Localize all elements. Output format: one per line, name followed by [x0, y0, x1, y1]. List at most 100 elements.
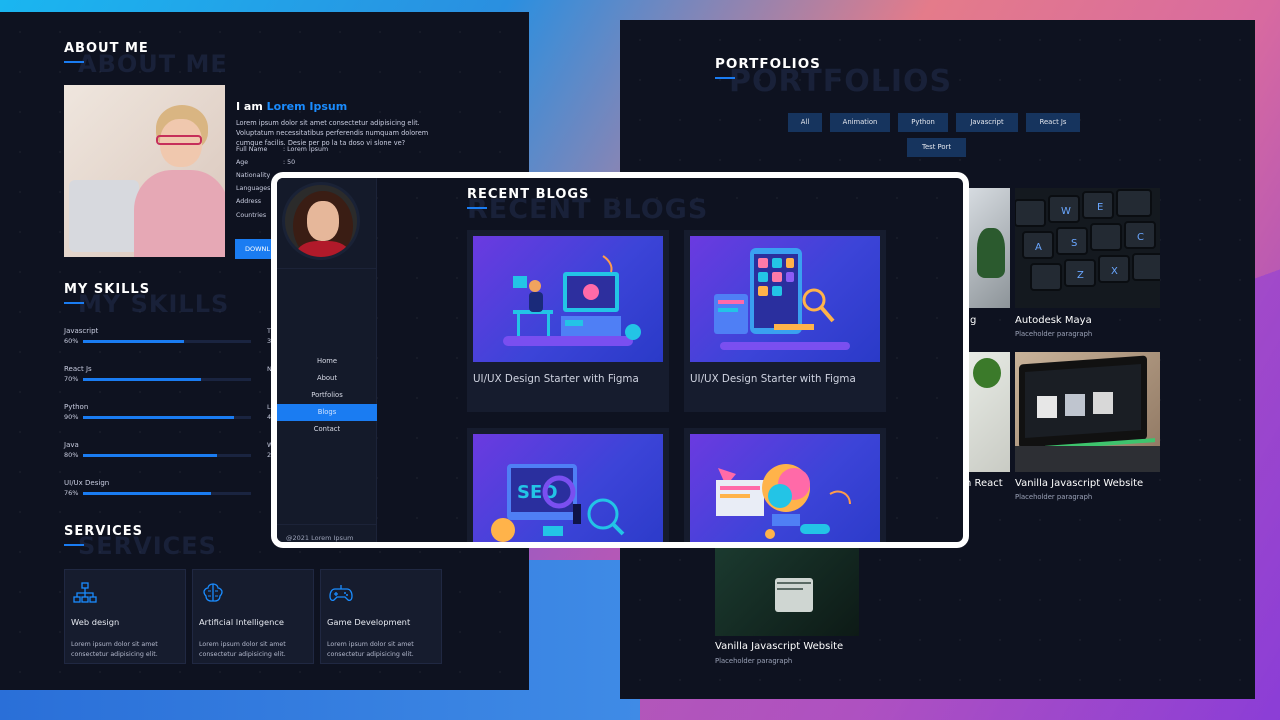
service-description: Lorem ipsum dolor sit amet consectetur a… [327, 641, 414, 658]
svg-text:C: C [1137, 232, 1144, 243]
skill-bar-fill [83, 416, 235, 419]
skill-item: Javascript 60% [64, 327, 251, 345]
skill-item: React Js 70% [64, 365, 251, 383]
portfolio-title: Vanilla Javascript Website [1015, 478, 1144, 489]
ideas-illustration [716, 464, 851, 539]
blog-thumbnail [473, 236, 663, 362]
svg-text:Z: Z [1077, 270, 1084, 281]
portfolios-title: PORTFOLIOS [715, 56, 821, 72]
filter-all[interactable]: All [788, 113, 822, 132]
skill-bar-fill [83, 454, 218, 457]
info-row: Languages [236, 185, 271, 192]
portfolio-thumbnail[interactable] [715, 548, 859, 636]
skill-percent: 80% [64, 451, 79, 459]
portfolio-subtitle: Placeholder paragraph [1015, 330, 1093, 338]
skill-percent: 76% [64, 489, 79, 497]
portfolio-title: Autodesk Maya [1015, 315, 1092, 326]
svg-text:A: A [1035, 242, 1042, 253]
service-card[interactable]: Artificial Intelligence Lorem ipsum dolo… [192, 569, 314, 664]
sidebar-divider [277, 268, 377, 269]
nav-blogs[interactable]: Blogs [277, 404, 377, 421]
skill-track [83, 454, 251, 457]
portfolio-subtitle: Placeholder paragraph [715, 657, 793, 665]
gamepad-icon [329, 585, 353, 602]
blog-title: UI/UX Design Starter with Figma [690, 373, 856, 385]
service-description: Lorem ipsum dolor sit amet consectetur a… [199, 641, 286, 658]
skill-item: UI/Ux Design 76% [64, 479, 251, 497]
blog-title: UI/UX Design Starter with Figma [473, 373, 639, 385]
portfolio-thumbnail[interactable] [965, 352, 1010, 472]
about-title: ABOUT ME [64, 41, 149, 56]
svg-text:E: E [1097, 202, 1103, 213]
title-underline [467, 207, 487, 209]
svg-text:SEO: SEO [517, 482, 558, 503]
avatar [282, 182, 360, 260]
info-row: Address [236, 198, 262, 205]
about-photo [64, 85, 225, 257]
title-underline [64, 302, 84, 304]
skill-bar-fill [83, 378, 201, 381]
filter-python[interactable]: Python [898, 113, 948, 132]
skill-name: UI/Ux Design [64, 479, 110, 487]
skill-percent: 90% [64, 413, 79, 421]
skill-track [83, 378, 251, 381]
blog-card[interactable]: UI/UX Design Starter with Figma [467, 230, 669, 412]
portfolio-title: Vanilla Javascript Website [715, 641, 844, 652]
blog-card[interactable]: SEO [467, 428, 669, 542]
skill-percent: 60% [64, 337, 79, 345]
info-row: Age: 50 [236, 159, 296, 166]
service-description: Lorem ipsum dolor sit amet consectetur a… [71, 641, 158, 658]
portfolio-thumbnail[interactable] [1015, 352, 1160, 472]
info-row: Countries [236, 212, 267, 219]
skill-percent: 70% [64, 375, 79, 383]
svg-text:S: S [1071, 238, 1077, 249]
title-underline [64, 61, 84, 63]
skill-item: Python 90% [64, 403, 251, 421]
intro-heading: I am Lorem Ipsum [236, 100, 348, 113]
title-underline [715, 77, 735, 79]
blog-thumbnail [690, 236, 880, 362]
filter-javascript[interactable]: Javascript [956, 113, 1018, 132]
portfolio-title: g [970, 315, 977, 326]
brain-icon [203, 583, 223, 602]
sidebar-divider [277, 524, 377, 525]
sidebar: Home About Portfolios Blogs Contact @202… [277, 178, 377, 542]
services-title: SERVICES [64, 524, 143, 539]
svg-text:X: X [1111, 266, 1118, 277]
blogs-window-frame: Home About Portfolios Blogs Contact @202… [271, 172, 969, 548]
developer-illustration [503, 255, 641, 346]
service-name: Game Development [327, 617, 411, 627]
portfolio-subtitle: Placeholder paragraph [1015, 493, 1093, 501]
skill-track [83, 416, 251, 419]
skill-item: Java 80% [64, 441, 251, 459]
filter-react-js[interactable]: React Js [1026, 113, 1080, 132]
nav-portfolios[interactable]: Portfolios [277, 387, 377, 404]
nav-contact[interactable]: Contact [277, 421, 377, 438]
service-card[interactable]: Game Development Lorem ipsum dolor sit a… [320, 569, 442, 664]
nav-home[interactable]: Home [277, 353, 377, 370]
skills-title: MY SKILLS [64, 282, 151, 297]
portfolio-thumbnail[interactable] [965, 188, 1010, 308]
blog-card[interactable]: UI/UX Design Starter with Figma [684, 230, 886, 412]
service-name: Artificial Intelligence [199, 617, 285, 627]
blogs-title: RECENT BLOGS [467, 187, 590, 202]
blogs-page: Home About Portfolios Blogs Contact @202… [277, 178, 963, 542]
skill-name: Javascript [64, 327, 99, 335]
service-card[interactable]: Web design Lorem ipsum dolor sit amet co… [64, 569, 186, 664]
filter-animation[interactable]: Animation [830, 113, 890, 132]
nav-about[interactable]: About [277, 370, 377, 387]
filter-test-port[interactable]: Test Port [907, 138, 966, 157]
sitemap-icon [73, 582, 97, 603]
title-underline [64, 544, 84, 546]
info-row: Nationality [236, 172, 271, 179]
blog-card[interactable] [684, 428, 886, 542]
info-row: Full Name: Lorem Ipsum [236, 146, 329, 153]
intro-name: Lorem Ipsum [266, 100, 348, 113]
skill-name: Java [64, 441, 79, 449]
seo-illustration: SEO [491, 464, 625, 542]
skill-name: Python [64, 403, 89, 411]
laptop-icon [69, 180, 139, 252]
skill-track [83, 340, 251, 343]
skill-name: React Js [64, 365, 92, 373]
portfolio-thumbnail[interactable]: W E A S C Z X [1015, 188, 1160, 308]
